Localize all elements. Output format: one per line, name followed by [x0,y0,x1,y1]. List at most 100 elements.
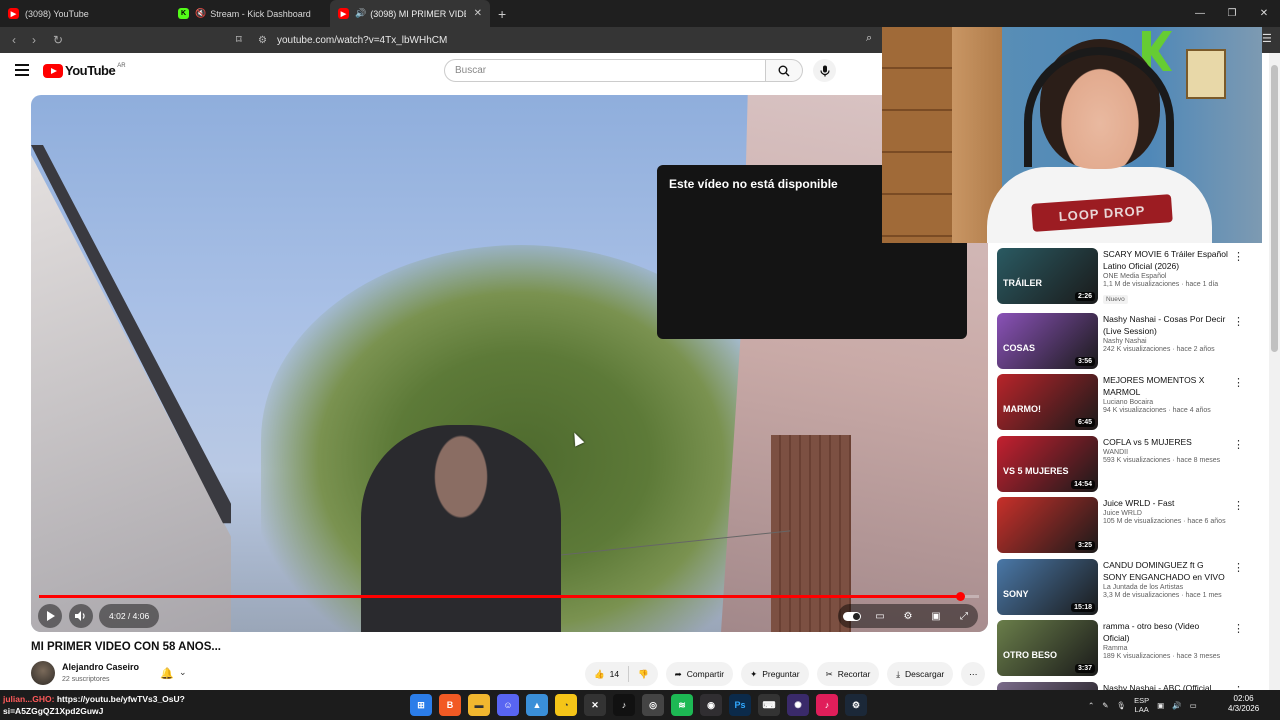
more-actions-button[interactable]: ⋯ [961,662,986,686]
fullscreen-icon[interactable]: ⤢ [954,606,974,626]
search-button[interactable] [766,59,803,82]
channel-name[interactable]: Alejandro Caseiro [62,662,139,672]
share-button[interactable]: ➦ Compartir [665,662,734,686]
recommendation-title[interactable]: Nashy Nashai - ABC (Official [1103,682,1228,690]
recommendation-title[interactable]: Nashy Nashai - Cosas Por Decir (Live Ses… [1103,313,1228,337]
close-tab-icon[interactable]: ✕ [474,8,482,19]
scrollbar-thumb[interactable] [1271,65,1278,352]
subtitles-icon[interactable]: ▭ [870,606,890,626]
tiktok-live-icon[interactable]: ♪ [816,694,838,716]
volume-button[interactable] [69,604,93,628]
zoom-icon[interactable]: ⌕ [866,32,872,45]
recommendation-thumbnail[interactable]: SONY 15:18 [997,559,1098,615]
more-options-icon[interactable]: ⋮ [1233,499,1244,512]
recommendation-thumbnail[interactable]: COSAS 3:56 [997,313,1098,369]
voice-search-button[interactable] [813,59,836,82]
recommendation-channel[interactable]: Nashy Nashai [1103,338,1228,345]
tab-youtube-home[interactable]: ▶ (3098) YouTube [0,0,170,27]
recommendation-thumbnail[interactable] [997,682,1098,690]
site-info-icon[interactable]: ⚙ [258,35,267,46]
app-purple-icon[interactable]: ✺ [787,694,809,716]
recommendation-item[interactable]: 3:25 Juice WRLD - Fast Juice WRLD 105 M de … [997,497,1244,553]
pen-icon[interactable]: ✎ [1102,701,1108,710]
tiktok-icon[interactable]: ♪ [613,694,635,716]
recommendation-channel[interactable]: Juice WRLD [1103,510,1228,517]
tab-current-video[interactable]: ▶ 🔊 (3098) MI PRIMER VIDEO CO ✕ [330,0,490,27]
recommendation-thumbnail[interactable]: 3:25 [997,497,1098,553]
windows-start-icon[interactable]: ⊞ [410,694,432,716]
download-button[interactable]: ⤓ Descargar [887,662,954,686]
recommendation-title[interactable]: ramma - otro beso (Video Oficial) [1103,620,1228,644]
recommendation-title[interactable]: COFLA vs 5 MUJERES [1103,436,1228,448]
photos-icon[interactable]: ▲ [526,694,548,716]
more-options-icon[interactable]: ⋮ [1233,315,1244,328]
tab-kick-dashboard[interactable]: K 🔇 Stream - Kick Dashboard [170,0,330,27]
progress-bar[interactable] [39,592,979,601]
back-icon[interactable]: ‹ [4,27,24,53]
page-scrollbar[interactable] [1269,53,1280,690]
recommendation-thumbnail[interactable]: VS 5 MUJERES 14:54 [997,436,1098,492]
language-indicator[interactable]: ESP LAA [1134,696,1149,714]
folder-icon[interactable]: ▬ [468,694,490,716]
youtube-logo[interactable]: YouTube AR [43,63,126,78]
recommendation-channel[interactable]: Ramma [1103,645,1228,652]
bookmark-icon[interactable]: ⌑ [236,33,242,46]
recommendation-item[interactable]: MARMO! 6:45 MEJORES MOMENTOS X MARMOL Lucia… [997,374,1244,430]
new-tab-icon[interactable]: + [498,6,506,22]
more-options-icon[interactable]: ⋮ [1233,376,1244,389]
chrome-icon[interactable]: ◎ [642,694,664,716]
theater-mode-icon[interactable]: ▣ [926,606,946,626]
photoshop-icon[interactable]: Ps [729,694,751,716]
recommendation-item[interactable]: COSAS 3:56 Nashy Nashai - Cosas Por Decir … [997,313,1244,369]
discord-icon[interactable]: ☺ [497,694,519,716]
recommendation-channel[interactable]: La Juntada de los Artistas [1103,584,1228,591]
obs-icon[interactable]: ◉ [700,694,722,716]
speaker-icon[interactable]: 🔊 [1172,701,1181,710]
recommendation-item[interactable]: OTRO BESO 3:37 ramma - otro beso (Video Of… [997,620,1244,676]
battery-icon[interactable]: ▭ [1190,701,1197,710]
clip-button[interactable]: ✂ Recortar [816,662,880,686]
forward-icon[interactable]: › [24,27,44,53]
keyboard-icon[interactable]: ⌨ [758,694,780,716]
recommendation-channel[interactable]: Luciano Bocaira [1103,399,1228,406]
recommendation-title[interactable]: CANDU DOMINGUEZ ft G SONY ENGANCHADO en … [1103,559,1228,583]
tray-mic-icon[interactable]: 🎙 [1117,701,1127,710]
more-options-icon[interactable]: ⋮ [1233,250,1244,263]
recommendation-title[interactable]: Juice WRLD - Fast [1103,497,1228,509]
dislike-button[interactable]: 👎 [629,669,658,680]
video-player[interactable]: Este vídeo no está disponible 4:02 / 4:0… [31,95,988,632]
hamburger-menu-icon[interactable] [15,64,29,76]
recommendation-channel[interactable]: WANDII [1103,449,1228,456]
close-window-icon[interactable]: ✕ [1248,0,1280,27]
chevron-down-icon[interactable]: ⌄ [179,667,187,678]
browser-menu-icon[interactable]: ☰ [1262,32,1272,45]
like-button[interactable]: 👍 14 [585,666,630,682]
recommendation-item[interactable]: Nashy Nashai - ABC (Official⋮ [997,682,1242,690]
recommendation-item[interactable]: TRÁILER 2:26 SCARY MOVIE 6 Tráiler Español… [997,248,1244,304]
recommendation-item[interactable]: SONY 15:18 CANDU DOMINGUEZ ft G SONY ENGAN… [997,559,1244,615]
more-options-icon[interactable]: ⋮ [1233,622,1244,635]
maximize-icon[interactable]: ❐ [1216,0,1248,27]
recommendation-thumbnail[interactable]: OTRO BESO 3:37 [997,620,1098,676]
spotify-icon[interactable]: ≋ [671,694,693,716]
channel-avatar[interactable] [31,661,55,685]
brave-icon[interactable]: B [439,694,461,716]
tray-chevron-icon[interactable]: ⌃ [1088,701,1094,710]
reload-icon[interactable]: ↻ [48,27,68,53]
bell-icon[interactable]: 🔔 [160,667,174,680]
steam-icon[interactable]: ⚙ [845,694,867,716]
recommendation-item[interactable]: VS 5 MUJERES 14:54 COFLA vs 5 MUJERES WANDI… [997,436,1244,492]
minimize-icon[interactable]: — [1184,0,1216,27]
recommendation-thumbnail[interactable]: TRÁILER 2:26 [997,248,1098,304]
recommendation-channel[interactable]: ONE Media Español [1103,273,1228,280]
play-button[interactable] [38,604,62,628]
taskbar-clock[interactable]: 02:06 4/3/2026 [1228,694,1259,714]
recommendation-thumbnail[interactable]: MARMO! 6:45 [997,374,1098,430]
recommendation-title[interactable]: MEJORES MOMENTOS X MARMOL [1103,374,1228,398]
url-field[interactable]: ⚙ youtube.com/watch?v=4Tx_lbWHhCM [258,31,878,49]
more-options-icon[interactable]: ⋮ [1233,438,1244,451]
autoplay-toggle[interactable] [842,606,862,626]
settings-icon[interactable]: ⚙ [898,606,918,626]
capcut-icon[interactable]: ✕ [584,694,606,716]
app-yellow-icon[interactable]: ◔ [555,694,577,716]
